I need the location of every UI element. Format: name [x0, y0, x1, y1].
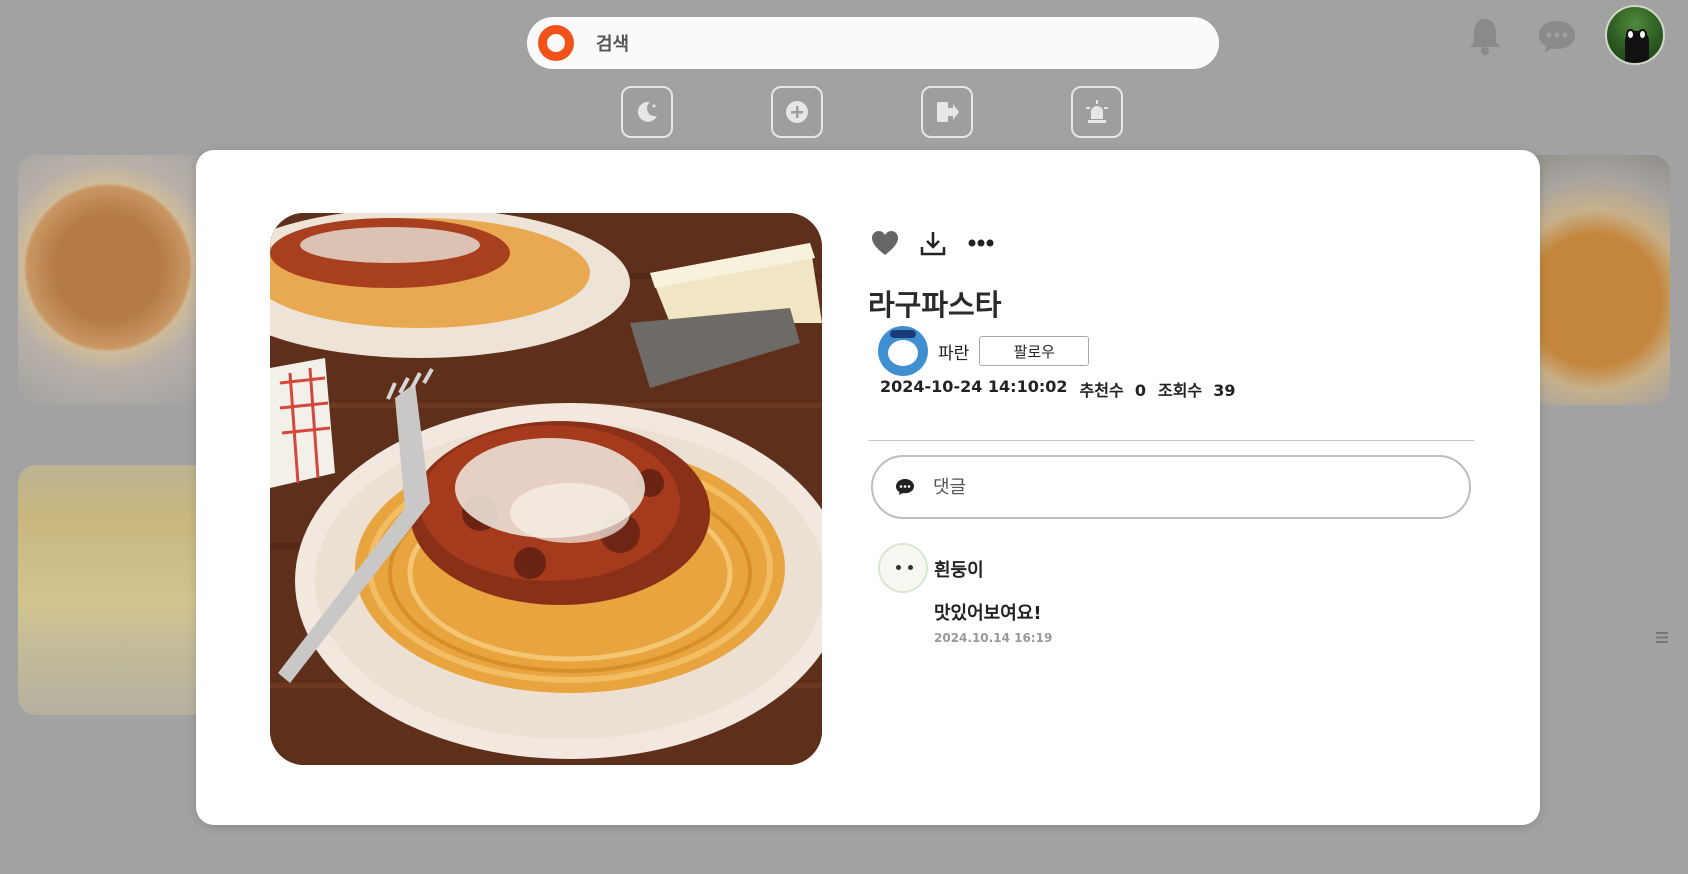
background-card-bread[interactable] — [18, 465, 218, 715]
menu-icon[interactable] — [1652, 627, 1672, 647]
download-icon[interactable] — [916, 226, 950, 260]
search-input[interactable]: 검색 — [596, 30, 629, 56]
post-detail-modal: 라구파스타 파란 팔로우 2024-10-24 14:10:02 추천수 0 조… — [196, 150, 1668, 825]
comment-date: 2024.10.14 16:19 — [934, 631, 1053, 645]
author-name[interactable]: 파란 — [938, 339, 969, 364]
likes-label: 추천수 — [1079, 381, 1124, 400]
heart-icon[interactable] — [868, 226, 902, 260]
post-actions — [868, 226, 1012, 260]
report-button[interactable] — [1071, 86, 1123, 138]
post-meta: 2024-10-24 14:10:02 추천수 0 조회수 39 — [880, 377, 1236, 401]
post-image — [270, 213, 822, 765]
avatar-face — [888, 340, 918, 366]
comment-icon — [893, 475, 917, 499]
moon-icon — [637, 101, 657, 122]
bell-icon[interactable] — [1463, 14, 1507, 58]
siren-icon — [1086, 100, 1108, 123]
chat-bubble-icon[interactable] — [1535, 14, 1579, 58]
avatar-eye — [896, 565, 901, 570]
more-icon[interactable] — [964, 226, 998, 260]
create-post-button[interactable] — [771, 86, 823, 138]
comment-field[interactable] — [933, 476, 1413, 498]
search-bar[interactable]: 검색 — [527, 17, 1219, 69]
avatar-headband — [890, 330, 916, 338]
cat-eye — [1626, 29, 1635, 40]
theme-toggle-button[interactable] — [621, 86, 673, 138]
cat-eye — [1638, 29, 1647, 40]
author-info: 파란 팔로우 — [878, 326, 1090, 376]
divider — [868, 440, 1474, 441]
background-card-tart[interactable] — [1520, 155, 1670, 405]
commenter-avatar[interactable] — [878, 543, 928, 593]
background-card-pizza[interactable] — [18, 155, 218, 405]
logout-button[interactable] — [921, 86, 973, 138]
user-avatar[interactable] — [1605, 5, 1665, 65]
post-datetime: 2024-10-24 14:10:02 — [880, 377, 1068, 396]
comment-text: 맛있어보여요! — [934, 603, 1042, 624]
views-count: 39 — [1213, 381, 1236, 400]
comment-input-box[interactable] — [871, 455, 1471, 519]
comment-item: 흰둥이 맛있어보여요! 2024.10.14 16:19 — [878, 543, 1668, 645]
logout-icon — [937, 102, 959, 122]
likes-count: 0 — [1134, 381, 1146, 400]
author-avatar[interactable] — [878, 326, 928, 376]
avatar-eye — [908, 565, 913, 570]
post-title: 라구파스타 — [868, 288, 1002, 322]
comment-author[interactable]: 흰둥이 — [934, 556, 984, 582]
app-logo-icon[interactable] — [538, 25, 574, 61]
follow-button[interactable]: 팔로우 — [979, 336, 1090, 366]
plus-circle-icon — [786, 101, 808, 123]
views-label: 조회수 — [1157, 381, 1203, 400]
